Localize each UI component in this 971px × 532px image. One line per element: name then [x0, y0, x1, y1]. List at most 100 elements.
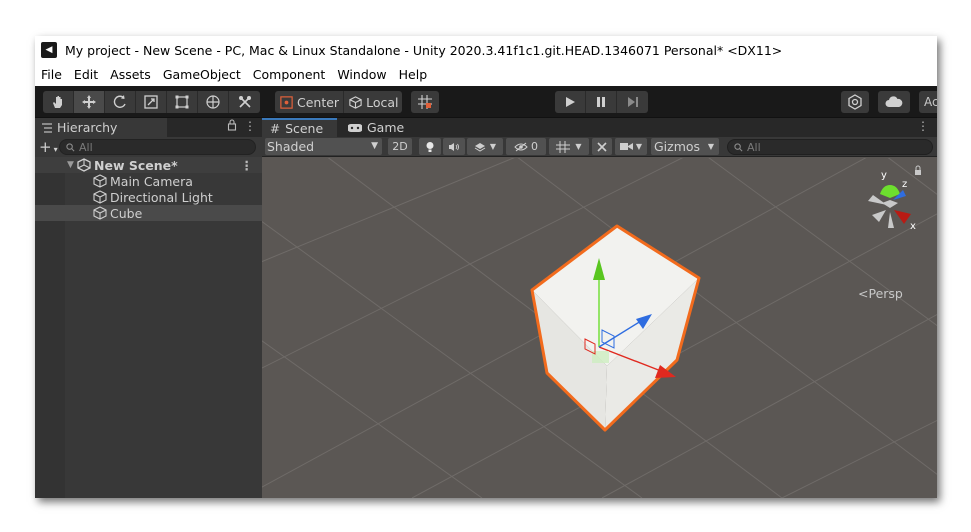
- hierarchy-search-placeholder: All: [79, 140, 93, 154]
- play-button[interactable]: [555, 91, 586, 113]
- menu-assets[interactable]: Assets: [104, 64, 157, 86]
- unity-logo-icon: ◀: [41, 42, 57, 58]
- transform-tools: [43, 91, 260, 113]
- account-label: Ac: [924, 95, 937, 109]
- shading-mode-dropdown[interactable]: Shaded ▼: [265, 138, 382, 155]
- cube-local-icon: [349, 95, 362, 109]
- account-button[interactable]: Ac: [919, 91, 937, 113]
- projection-toggle[interactable]: <Persp: [858, 286, 903, 301]
- effects-layers-icon: [474, 142, 486, 152]
- menu-gameobject[interactable]: GameObject: [157, 64, 247, 86]
- chevron-down-icon: ▾: [53, 145, 58, 154]
- collab-icon: [848, 94, 862, 110]
- menu-file[interactable]: File: [35, 64, 68, 86]
- effects-dropdown-button[interactable]: ▼: [467, 138, 503, 155]
- scene-toolbar: Shaded ▼ 2D ▼ 0 ▼ ▼ Gizmos ▼ All: [262, 137, 937, 157]
- rotate-tool-button[interactable]: [105, 91, 136, 113]
- unity-scene-icon: [77, 158, 91, 172]
- persp-arrow-icon: <: [858, 286, 869, 301]
- menu-edit[interactable]: Edit: [68, 64, 104, 86]
- scene-menu-kebab-icon[interactable]: ⋮: [241, 158, 254, 173]
- rect-tool-button[interactable]: [167, 91, 198, 113]
- account-group: Ac: [919, 91, 937, 113]
- expand-arrow-icon[interactable]: ▼: [67, 160, 77, 170]
- hierarchy-item-label: Cube: [110, 205, 143, 221]
- collab-group: [841, 91, 869, 113]
- move-tool-button[interactable]: [74, 91, 105, 113]
- hidden-count: 0: [531, 140, 538, 153]
- camera-settings-dropdown[interactable]: ▼: [615, 138, 647, 155]
- scene-root-row[interactable]: ▼ New Scene* ⋮: [35, 157, 262, 173]
- gameobject-cube-icon: [93, 174, 107, 188]
- hierarchy-search-input[interactable]: All: [59, 139, 256, 155]
- grid-snap-dropdown[interactable]: ▼: [549, 138, 589, 155]
- scene-tab-bar: # Scene Game ⋮: [262, 118, 937, 137]
- grid-icon: [556, 140, 571, 153]
- speaker-icon: [449, 142, 459, 151]
- gizmos-dropdown[interactable]: Gizmos ▼: [651, 138, 719, 155]
- menu-component[interactable]: Component: [247, 64, 332, 86]
- grid-snap-button[interactable]: [411, 91, 439, 113]
- playmode-controls: [555, 91, 648, 113]
- scene-search-placeholder: All: [747, 140, 761, 154]
- scene-3d-view[interactable]: y z x: [262, 137, 937, 498]
- collab-button[interactable]: [841, 91, 869, 113]
- search-icon: [734, 142, 743, 151]
- main-toolbar: Center Local Ac: [35, 86, 937, 118]
- scale-icon: [144, 95, 158, 109]
- hierarchy-item-label: Main Camera: [110, 173, 193, 189]
- step-button[interactable]: [617, 91, 648, 113]
- scene-panel-kebab-icon[interactable]: ⋮: [917, 119, 929, 133]
- scale-tool-button[interactable]: [136, 91, 167, 113]
- tab-hierarchy[interactable]: Hierarchy: [35, 118, 167, 137]
- hierarchy-item-main-camera[interactable]: Main Camera: [35, 173, 262, 189]
- menu-bar: File Edit Assets GameObject Component Wi…: [35, 64, 937, 86]
- scene-name: New Scene*: [94, 157, 178, 173]
- custom-tool-button[interactable]: [229, 91, 260, 113]
- menu-help[interactable]: Help: [393, 64, 434, 86]
- unity-editor-window: ◀ My project - New Scene - PC, Mac & Lin…: [35, 36, 937, 498]
- menu-window[interactable]: Window: [331, 64, 392, 86]
- transform-icon: [206, 95, 220, 109]
- scene-viewport[interactable]: y z x <Persp: [262, 137, 937, 498]
- transform-tool-button[interactable]: [198, 91, 229, 113]
- toggle-2d-button[interactable]: 2D: [388, 138, 412, 155]
- rect-icon: [175, 95, 189, 109]
- hand-tool-button[interactable]: [43, 91, 74, 113]
- create-dropdown-button[interactable]: + ▾: [35, 138, 59, 156]
- eye-slash-icon: [514, 142, 528, 151]
- pivot-rotation-button[interactable]: Local: [344, 91, 402, 113]
- hidden-objects-toggle[interactable]: 0: [506, 138, 546, 155]
- cloud-icon: [885, 96, 903, 107]
- lock-icon[interactable]: [227, 119, 237, 131]
- pivot-controls: Center Local: [275, 91, 403, 113]
- move-icon: [82, 95, 96, 109]
- step-icon: [627, 97, 638, 107]
- hierarchy-tab-label: Hierarchy: [57, 120, 118, 135]
- pivot-mode-button[interactable]: Center: [275, 91, 345, 113]
- tab-scene[interactable]: # Scene: [262, 118, 337, 137]
- tab-game[interactable]: Game: [340, 118, 410, 137]
- wrench-cross-icon: [597, 141, 607, 152]
- hierarchy-tree: ▼ New Scene* ⋮ Main Camera Directional L…: [35, 157, 262, 221]
- window-title: My project - New Scene - PC, Mac & Linux…: [65, 42, 783, 58]
- snap-group: [411, 91, 439, 113]
- lightbulb-icon: [426, 141, 434, 152]
- cloud-button[interactable]: [878, 91, 910, 113]
- scene-search-input[interactable]: All: [727, 139, 933, 155]
- pause-button[interactable]: [586, 91, 617, 113]
- audio-toggle-button[interactable]: [443, 138, 465, 155]
- hierarchy-item-directional-light[interactable]: Directional Light: [35, 189, 262, 205]
- panel-menu-kebab-icon[interactable]: ⋮: [244, 119, 256, 133]
- hierarchy-item-cube[interactable]: Cube: [35, 205, 262, 221]
- gizmos-label: Gizmos: [654, 139, 701, 154]
- gameobject-cube-icon: [93, 190, 107, 204]
- shading-mode-value: Shaded: [267, 139, 315, 154]
- orientation-z-label: z: [902, 179, 907, 190]
- chevron-down-icon: ▼: [371, 141, 378, 151]
- lighting-toggle-button[interactable]: [419, 138, 441, 155]
- tools-toggle-button[interactable]: [592, 138, 612, 155]
- video-camera-icon: [619, 143, 633, 150]
- title-bar: ◀ My project - New Scene - PC, Mac & Lin…: [35, 36, 937, 64]
- chevron-down-icon: ▼: [707, 142, 714, 151]
